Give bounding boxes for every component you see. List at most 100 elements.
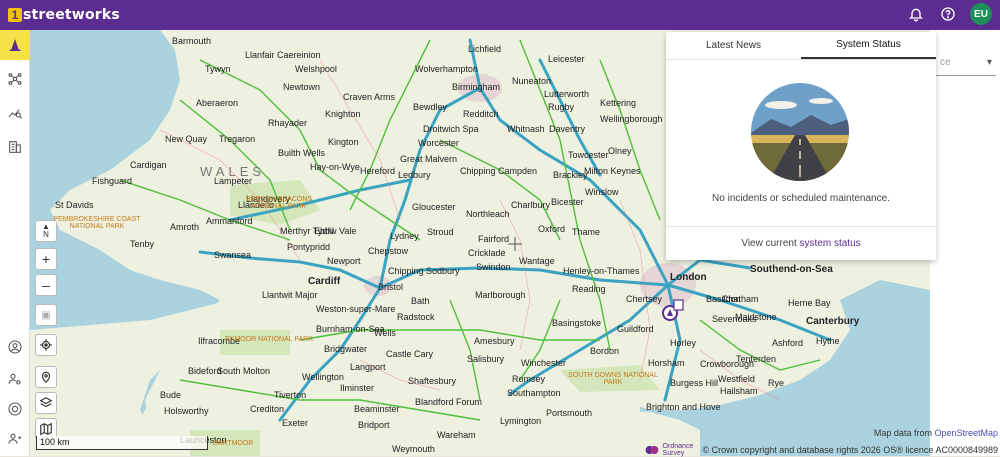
place-label: Chipping Sodbury xyxy=(388,266,460,276)
place-label: New Quay xyxy=(165,134,208,144)
scale-bar: 100 km xyxy=(36,436,208,450)
map-controls: ▲ N + – ▣ xyxy=(35,220,57,440)
left-navigation-rail xyxy=(0,30,30,456)
map-icon xyxy=(40,422,52,436)
place-label: Crowborough xyxy=(700,359,755,369)
nav-admin[interactable] xyxy=(0,424,30,454)
place-label: Builth Wells xyxy=(278,148,325,158)
place-label: Crediton xyxy=(250,404,285,414)
nav-organisations[interactable] xyxy=(0,132,30,162)
city-label: Canterbury xyxy=(806,316,860,327)
nav-user-settings[interactable] xyxy=(0,364,30,394)
place-label: Hereford xyxy=(360,166,396,176)
place-label: Northleach xyxy=(466,209,510,219)
nav-account[interactable] xyxy=(0,332,30,362)
place-label: Lymington xyxy=(500,416,542,426)
place-label: Ilminster xyxy=(340,383,375,393)
place-label: Horsham xyxy=(648,358,685,368)
place-label: Wolverhampton xyxy=(415,64,478,74)
place-label: Rye xyxy=(768,378,785,388)
place-label: Tregaron xyxy=(219,134,256,144)
nav-support[interactable] xyxy=(0,394,30,424)
place-label: Hythe xyxy=(816,336,840,346)
ordnance-survey-logo-icon xyxy=(645,445,658,455)
place-label: Maidstone xyxy=(735,312,777,322)
zoom-in-button[interactable]: + xyxy=(35,248,57,270)
place-label: Olney xyxy=(608,146,632,156)
openstreetmap-link[interactable]: OpenStreetMap xyxy=(934,428,998,438)
app-logo[interactable]: 1 streetworks xyxy=(8,7,120,23)
crosshair-locate-icon xyxy=(40,339,52,351)
place-label: Swindon xyxy=(476,262,511,272)
nav-network[interactable] xyxy=(0,64,30,94)
place-label: Wellingborough xyxy=(600,114,663,124)
place-label: Chertsey xyxy=(626,294,663,304)
place-label: Radstock xyxy=(397,312,435,322)
place-label: Oxford xyxy=(538,224,566,234)
place-label: Nuneaton xyxy=(512,76,552,86)
place-label: South Molton xyxy=(217,366,271,376)
place-label: Charlbury xyxy=(511,200,551,210)
layers-icon xyxy=(39,397,53,408)
map-attribution: Map data from OpenStreetMap xyxy=(874,428,998,438)
nav-works-map[interactable] xyxy=(0,30,30,60)
zoom-out-button[interactable]: – xyxy=(35,274,57,296)
copyright-text: © Crown copyright and database rights 20… xyxy=(702,445,998,455)
place-label: Birmingham xyxy=(452,82,501,92)
city-label: London xyxy=(670,272,707,283)
place-label: Burgess Hill xyxy=(670,378,719,388)
tab-system-status[interactable]: System Status xyxy=(801,32,936,59)
city-label: Southend-on-Sea xyxy=(750,264,833,275)
place-label: Weymouth xyxy=(392,444,435,454)
place-label: Bewdley xyxy=(413,102,448,112)
place-label: Ammanford xyxy=(206,216,253,226)
compass-label: N xyxy=(43,230,49,239)
help-icon[interactable] xyxy=(938,4,958,24)
filter-select[interactable]: ce ▾ xyxy=(936,50,996,76)
place-label: Amroth xyxy=(170,222,200,232)
nav-analytics[interactable] xyxy=(0,98,30,128)
place-label: Wantage xyxy=(519,256,555,266)
place-label: Brighton and Hove xyxy=(646,402,721,412)
layers-button[interactable] xyxy=(35,392,57,414)
analytics-icon xyxy=(8,109,23,119)
logo-mark: 1 xyxy=(8,8,22,22)
place-label: Amesbury xyxy=(474,336,515,346)
place-label: Wellington xyxy=(302,372,344,382)
place-label: Hay-on-Wye xyxy=(310,162,360,172)
support-icon xyxy=(8,402,22,416)
place-label: Herne Bay xyxy=(788,298,831,308)
place-marker-button[interactable] xyxy=(35,366,57,388)
place-label: Marlborough xyxy=(475,290,526,300)
place-label: Kettering xyxy=(600,98,637,108)
fit-extent-button[interactable]: ▣ xyxy=(35,304,57,326)
locate-me-button[interactable] xyxy=(35,334,57,356)
national-park-label: EXMOOR NATIONAL PARK xyxy=(225,336,313,343)
place-label: Castle Cary xyxy=(386,349,434,359)
system-status-link[interactable]: system status xyxy=(800,238,861,249)
place-label: Henley-on-Thames xyxy=(563,266,640,276)
place-label: Tenby xyxy=(130,239,155,249)
minus-icon: – xyxy=(42,277,50,293)
user-avatar[interactable]: EU xyxy=(970,3,992,25)
place-label: Wareham xyxy=(437,430,476,440)
place-label: Newport xyxy=(327,256,361,266)
place-label: Chepstow xyxy=(368,246,409,256)
place-label: Droitwich Spa xyxy=(423,124,479,134)
place-label: Bridgwater xyxy=(324,344,368,354)
bell-icon[interactable] xyxy=(906,4,926,24)
place-label: Thame xyxy=(572,227,601,237)
building-icon xyxy=(9,141,21,153)
tab-latest-news[interactable]: Latest News xyxy=(666,32,801,59)
compass-button[interactable]: ▲ N xyxy=(35,220,57,242)
network-icon xyxy=(8,73,22,85)
pin-icon xyxy=(41,371,51,384)
footer-prefix: View current xyxy=(741,238,800,249)
place-label: Salisbury xyxy=(467,354,505,364)
place-label: Chipping Campden xyxy=(460,166,538,176)
place-label: Milton Keynes xyxy=(584,166,641,176)
place-label: Cricklade xyxy=(468,248,506,258)
place-label: Ledbury xyxy=(398,170,431,180)
top-app-bar: 1 streetworks EU xyxy=(0,0,1000,30)
cone-icon xyxy=(9,39,21,51)
